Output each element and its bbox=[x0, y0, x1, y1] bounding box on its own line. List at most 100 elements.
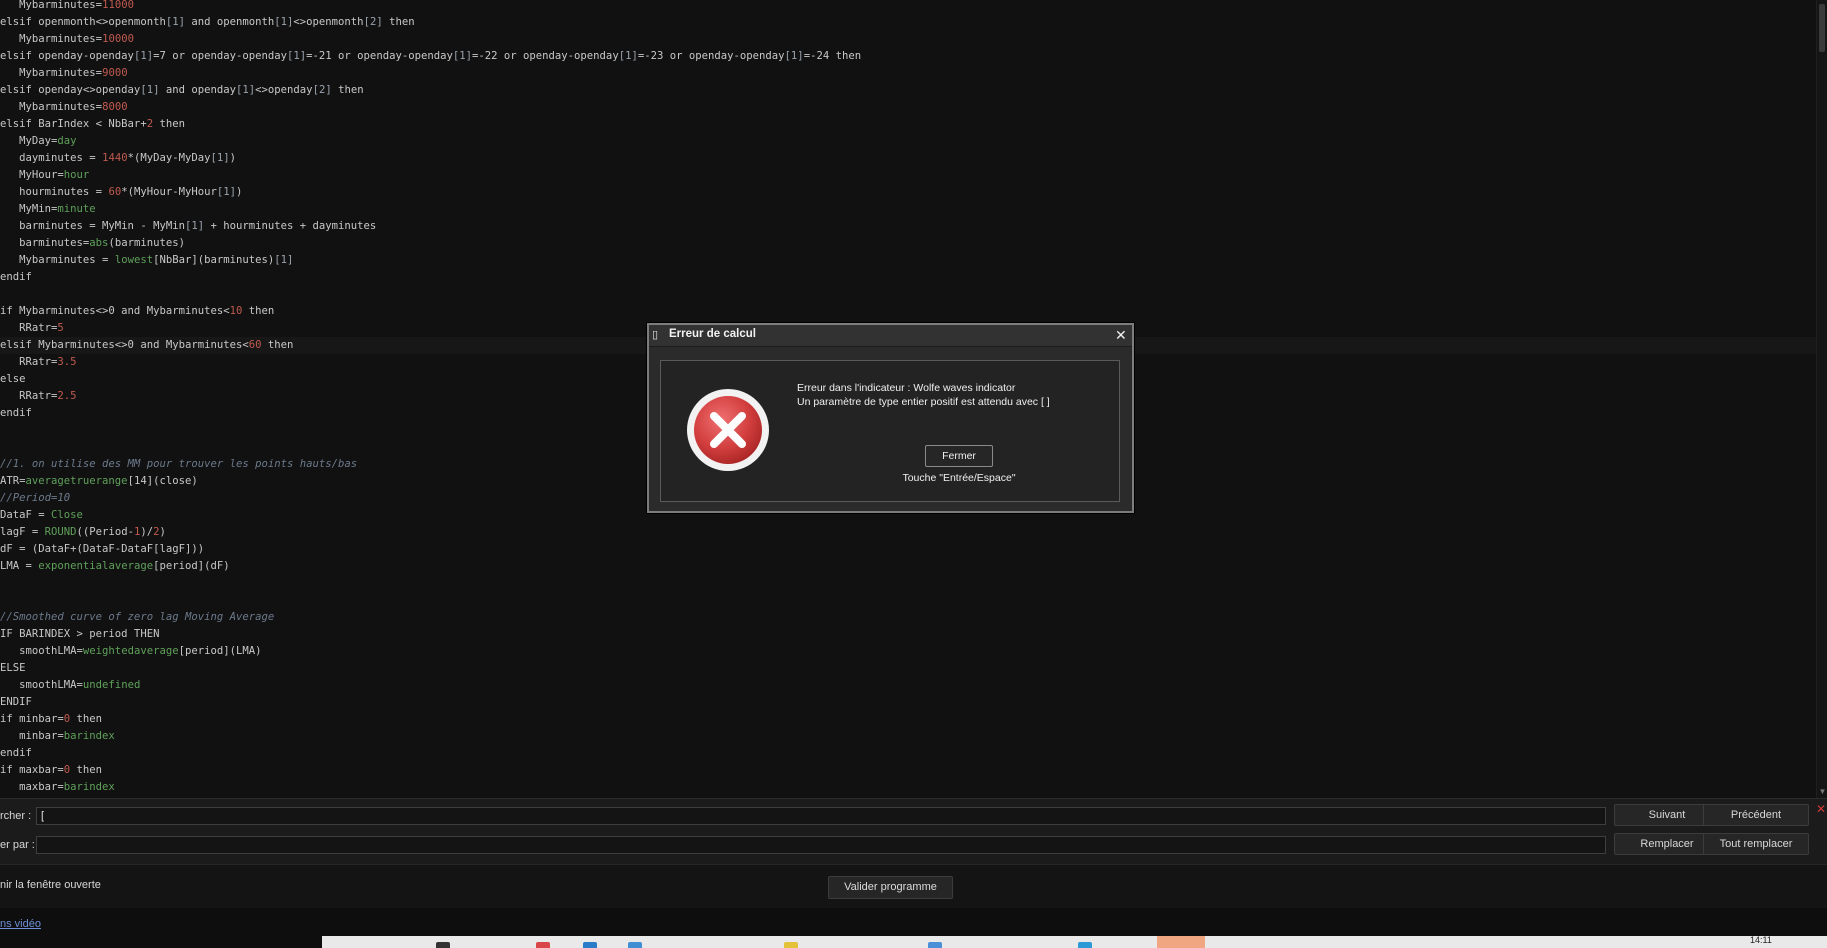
code-line[interactable]: Mybarminutes=9000 bbox=[0, 65, 127, 82]
code-line[interactable]: minbar=barindex bbox=[0, 728, 115, 745]
code-line[interactable]: ENDIF bbox=[0, 694, 32, 711]
code-line[interactable]: Mybarminutes=10000 bbox=[0, 31, 134, 48]
code-line[interactable]: dF = (DataF+(DataF-DataF[lagF])) bbox=[0, 541, 204, 558]
code-token: Mybarminutes= bbox=[0, 101, 103, 113]
code-line[interactable]: dayminutes = 1440*(MyDay-MyDay[1]) bbox=[0, 150, 236, 167]
taskbar: 14:11 bbox=[0, 936, 1827, 948]
code-token: endif bbox=[0, 407, 32, 419]
taskbar-app-icon[interactable] bbox=[628, 942, 642, 948]
code-token: [14](close) bbox=[127, 475, 198, 487]
code-line[interactable]: //Period=10 bbox=[0, 490, 70, 507]
code-line[interactable]: LMA = exponentialaverage[period](dF) bbox=[0, 558, 230, 575]
code-line[interactable]: Mybarminutes = lowest[NbBar](barminutes)… bbox=[0, 252, 293, 269]
code-token: then bbox=[70, 713, 103, 725]
code-line[interactable]: elsif openday<>openday[1] and openday[1]… bbox=[0, 82, 364, 99]
screen: Mybarminutes=11000 elsif openmonth<>openm… bbox=[0, 0, 1827, 948]
code-line[interactable]: elsif openmonth<>openmonth[1] and openmo… bbox=[0, 14, 415, 31]
code-line[interactable]: Mybarminutes=8000 bbox=[0, 99, 128, 116]
taskbar-app-icon[interactable] bbox=[583, 942, 597, 948]
code-line[interactable]: endif bbox=[0, 405, 32, 422]
previous-button[interactable]: Précédent bbox=[1703, 804, 1809, 826]
code-token: 10 bbox=[229, 305, 243, 317]
close-button[interactable]: Fermer bbox=[925, 445, 993, 467]
code-token: then bbox=[382, 16, 415, 28]
code-line[interactable]: else bbox=[0, 371, 26, 388]
code-token: if minbar= bbox=[0, 713, 64, 725]
dialog-body: Erreur dans l'indicateur : Wolfe waves i… bbox=[660, 360, 1120, 502]
code-token: [NbBar](barminutes) bbox=[153, 254, 275, 266]
code-line[interactable]: barminutes = MyMin - MyMin[1] + hourminu… bbox=[0, 218, 376, 235]
code-line[interactable]: //1. on utilise des MM pour trouver les … bbox=[0, 456, 357, 473]
search-input[interactable] bbox=[36, 807, 1606, 825]
code-token: + hourminutes + dayminutes bbox=[204, 220, 377, 232]
code-line[interactable]: hourminutes = 60*(MyHour-MyHour[1]) bbox=[0, 184, 242, 201]
replace-all-button[interactable]: Tout remplacer bbox=[1703, 833, 1809, 855]
code-token: //1. on utilise des MM pour trouver les … bbox=[0, 458, 358, 470]
close-find-panel-icon[interactable]: ✕ bbox=[1816, 803, 1826, 815]
code-token: abs bbox=[89, 237, 109, 249]
code-line[interactable]: if Mybarminutes<>0 and Mybarminutes<10 t… bbox=[0, 303, 274, 320]
code-token: [2] bbox=[363, 16, 383, 28]
code-line[interactable]: Mybarminutes=11000 bbox=[0, 0, 134, 14]
code-token: MyDay= bbox=[0, 135, 58, 147]
code-token: elsif openmonth<>openmonth bbox=[0, 16, 166, 28]
code-line[interactable]: RRatr=5 bbox=[0, 320, 64, 337]
replace-label: er par : bbox=[0, 839, 35, 851]
taskbar-app-icon[interactable] bbox=[536, 942, 550, 948]
taskbar-active-app[interactable] bbox=[1157, 936, 1205, 948]
code-token: and openmonth bbox=[184, 16, 275, 28]
code-line[interactable]: lagF = ROUND((Period-1)/2) bbox=[0, 524, 166, 541]
dialog-close-icon[interactable]: ✕ bbox=[1115, 327, 1127, 343]
code-line[interactable]: ATR=averagetruerange[14](close) bbox=[0, 473, 198, 490]
scrollbar-thumb[interactable] bbox=[1819, 4, 1825, 52]
code-line[interactable]: DataF = Close bbox=[0, 507, 83, 524]
keep-window-open-label[interactable]: nir la fenêtre ouverte bbox=[0, 879, 101, 891]
code-token: 1440 bbox=[102, 152, 128, 164]
code-line[interactable]: maxbar=barindex bbox=[0, 779, 115, 796]
code-token: lowest bbox=[114, 254, 154, 266]
vertical-scrollbar[interactable]: ▼ bbox=[1816, 0, 1827, 798]
code-token: [1] bbox=[452, 50, 472, 62]
video-help-link[interactable]: ns vidéo bbox=[0, 918, 41, 930]
code-line[interactable]: IF BARINDEX > period THEN bbox=[0, 626, 159, 643]
code-line[interactable]: //Smoothed curve of zero lag Moving Aver… bbox=[0, 609, 274, 626]
code-token: minbar= bbox=[0, 730, 64, 742]
code-line[interactable]: MyDay=day bbox=[0, 133, 76, 150]
taskbar-app-icon[interactable] bbox=[928, 942, 942, 948]
code-token: ATR= bbox=[0, 475, 26, 487]
code-line[interactable]: if minbar=0 then bbox=[0, 711, 102, 728]
code-line[interactable]: if maxbar=0 then bbox=[0, 762, 102, 779]
code-line[interactable]: RRatr=2.5 bbox=[0, 388, 77, 405]
code-line[interactable]: ELSE bbox=[0, 660, 26, 677]
code-line[interactable]: endif bbox=[0, 269, 32, 286]
code-line[interactable]: barminutes=abs(barminutes) bbox=[0, 235, 185, 252]
code-line[interactable]: elsif openday-openday[1]=7 or openday-op… bbox=[0, 48, 861, 65]
dialog-titlebar[interactable]: ▯ Erreur de calcul ✕ bbox=[649, 325, 1132, 347]
code-line[interactable]: endif bbox=[0, 745, 32, 762]
code-line[interactable]: MyHour=hour bbox=[0, 167, 89, 184]
code-token: RRatr= bbox=[0, 322, 58, 334]
code-token: then bbox=[70, 764, 103, 776]
code-token: 8000 bbox=[102, 101, 128, 113]
validate-program-button[interactable]: Valider programme bbox=[828, 876, 953, 899]
find-replace-panel: rcher : Suivant Précédent er par : Rempl… bbox=[0, 798, 1827, 865]
code-token: ROUND bbox=[44, 526, 77, 538]
code-token: Mybarminutes= bbox=[0, 67, 103, 79]
code-line[interactable]: RRatr=3.5 bbox=[0, 354, 76, 371]
code-token: weightedaverage bbox=[82, 645, 179, 657]
taskbar-app-icon[interactable] bbox=[1078, 942, 1092, 948]
code-token: [1] bbox=[287, 50, 307, 62]
code-token: Mybarminutes= bbox=[0, 33, 103, 45]
code-line[interactable]: smoothLMA=undefined bbox=[0, 677, 140, 694]
taskbar-app-icon[interactable] bbox=[784, 942, 798, 948]
code-token: 5 bbox=[57, 322, 64, 334]
taskbar-app-icon[interactable] bbox=[436, 942, 450, 948]
code-token: DataF = bbox=[0, 509, 52, 521]
replace-input[interactable] bbox=[36, 836, 1606, 854]
scroll-down-arrow-icon[interactable]: ▼ bbox=[1818, 787, 1827, 796]
code-token: 2.5 bbox=[57, 390, 77, 402]
code-line[interactable]: smoothLMA=weightedaverage[period](LMA) bbox=[0, 643, 261, 660]
code-token: elsif openday-openday bbox=[0, 50, 134, 62]
code-line[interactable]: elsif BarIndex < NbBar+2 then bbox=[0, 116, 185, 133]
code-line[interactable]: MyMin=minute bbox=[0, 201, 96, 218]
